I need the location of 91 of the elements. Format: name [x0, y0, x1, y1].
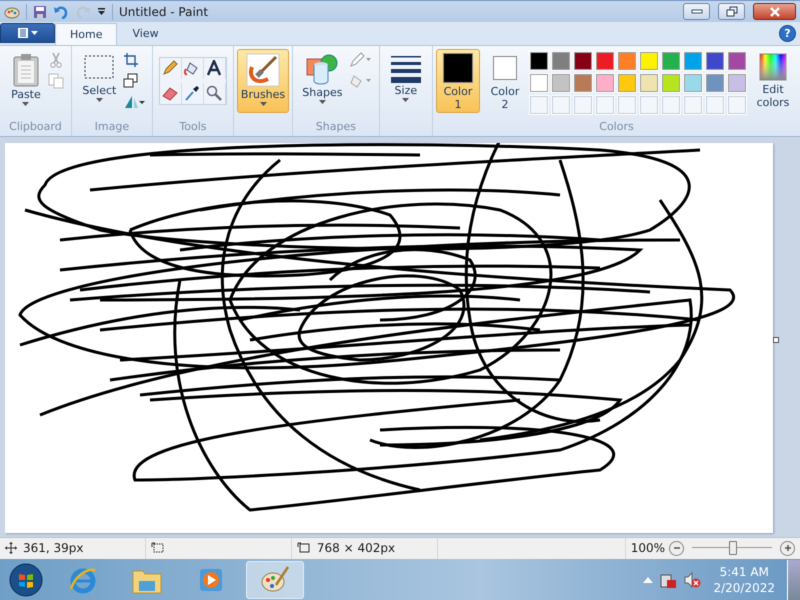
- resize-handle[interactable]: [773, 336, 779, 343]
- minimize-icon: [690, 8, 702, 15]
- eraser-tool[interactable]: [160, 82, 182, 104]
- rotate-icon[interactable]: [123, 94, 146, 110]
- palette-color[interactable]: [640, 52, 658, 70]
- crop-icon[interactable]: [123, 52, 140, 68]
- outline-icon[interactable]: [349, 52, 374, 68]
- paste-button[interactable]: Paste: [6, 48, 45, 113]
- clipboard-icon: [10, 52, 41, 87]
- close-icon: [768, 6, 780, 17]
- plus-icon: [784, 544, 792, 552]
- palette-color[interactable]: [596, 52, 614, 70]
- empty-palette-slot: [618, 96, 636, 114]
- paint-menu-button[interactable]: [0, 22, 55, 43]
- palette-color[interactable]: [618, 74, 636, 92]
- menu-icon: [16, 26, 40, 39]
- cursor-position: 361, 39px: [23, 541, 84, 556]
- palette-color[interactable]: [596, 74, 614, 92]
- caret-icon: [22, 102, 30, 106]
- empty-palette-slot: [640, 96, 658, 114]
- palette-color[interactable]: [728, 52, 746, 70]
- zoom-level: 100%: [630, 541, 665, 556]
- shapes-icon: [305, 52, 340, 85]
- restore-button[interactable]: [718, 3, 745, 20]
- palette-color[interactable]: [618, 52, 636, 70]
- palette-color[interactable]: [640, 74, 658, 92]
- windows-logo-icon: [9, 562, 43, 597]
- group-label: Tools: [179, 120, 207, 135]
- help-button[interactable]: ?: [779, 25, 796, 42]
- zoom-out-button[interactable]: [669, 540, 684, 556]
- slider-thumb[interactable]: [729, 541, 737, 556]
- palette-color[interactable]: [552, 74, 570, 92]
- canvas-size-icon: [296, 542, 311, 554]
- canvas-size: 768 × 402px: [316, 541, 396, 556]
- palette-color[interactable]: [684, 52, 702, 70]
- empty-palette-slot: [596, 96, 614, 114]
- palette-color[interactable]: [706, 52, 724, 70]
- palette-color[interactable]: [662, 74, 680, 92]
- window-title: Untitled - Paint: [119, 4, 208, 19]
- undo-icon[interactable]: [53, 4, 69, 19]
- palette-color[interactable]: [530, 52, 548, 70]
- empty-palette-slot: [728, 96, 746, 114]
- empty-palette-slot: [530, 96, 548, 114]
- save-icon[interactable]: [33, 4, 47, 19]
- caret-icon: [96, 98, 103, 102]
- palette-color[interactable]: [684, 74, 702, 92]
- empty-palette-slot: [706, 96, 724, 114]
- volume-muted-icon[interactable]: [683, 570, 702, 589]
- palette-color[interactable]: [728, 74, 746, 92]
- restore-icon: [726, 6, 738, 18]
- empty-palette-slot: [552, 96, 570, 114]
- minimize-button[interactable]: [683, 3, 710, 20]
- empty-palette-slot: [684, 96, 702, 114]
- group-label: Colors: [599, 120, 634, 135]
- caret-icon: [318, 100, 326, 104]
- edit-colors-button[interactable]: Edit colors: [749, 48, 797, 113]
- fill-icon[interactable]: [349, 72, 374, 89]
- ribbon-tab[interactable]: Home: [55, 22, 118, 45]
- palette-color[interactable]: [574, 52, 592, 70]
- palette-color[interactable]: [662, 52, 680, 70]
- shapes-button[interactable]: Shapes: [298, 48, 346, 113]
- caret-icon: [260, 102, 267, 106]
- close-button[interactable]: [753, 3, 796, 20]
- brushes-button[interactable]: Brushes: [236, 48, 290, 113]
- color-2-button[interactable]: Color 2: [483, 48, 527, 113]
- color-spectrum-icon: [759, 52, 787, 81]
- size-button[interactable]: Size: [386, 48, 426, 113]
- palette-color[interactable]: [552, 52, 570, 70]
- show-hidden-icons-icon[interactable]: [643, 576, 654, 583]
- group-label: Shapes: [316, 120, 356, 135]
- group-label: Image: [94, 120, 130, 135]
- empty-palette-slot: [662, 96, 680, 114]
- cut-icon[interactable]: [48, 52, 64, 68]
- empty-palette-slot: [574, 96, 592, 114]
- palette-color[interactable]: [530, 74, 548, 92]
- group-label: Clipboard: [9, 120, 62, 135]
- color-1-button[interactable]: Color 1: [436, 48, 480, 113]
- paint-taskbar-button[interactable]: [246, 560, 304, 599]
- show-desktop-button[interactable]: [787, 560, 800, 600]
- move-cursor-icon: [5, 542, 17, 554]
- palette-color[interactable]: [574, 74, 592, 92]
- customize-dropdown-icon[interactable]: [97, 8, 106, 16]
- select-button[interactable]: Select: [78, 48, 120, 113]
- resize-icon[interactable]: [123, 72, 140, 89]
- selection-size-icon: [150, 542, 165, 554]
- caret-icon: [402, 98, 410, 102]
- palette-color[interactable]: [706, 74, 724, 92]
- brush-icon: [246, 52, 280, 87]
- zoom-in-button[interactable]: [780, 540, 795, 556]
- fill-tool[interactable]: [182, 58, 204, 79]
- ribbon-tab[interactable]: View: [117, 22, 174, 45]
